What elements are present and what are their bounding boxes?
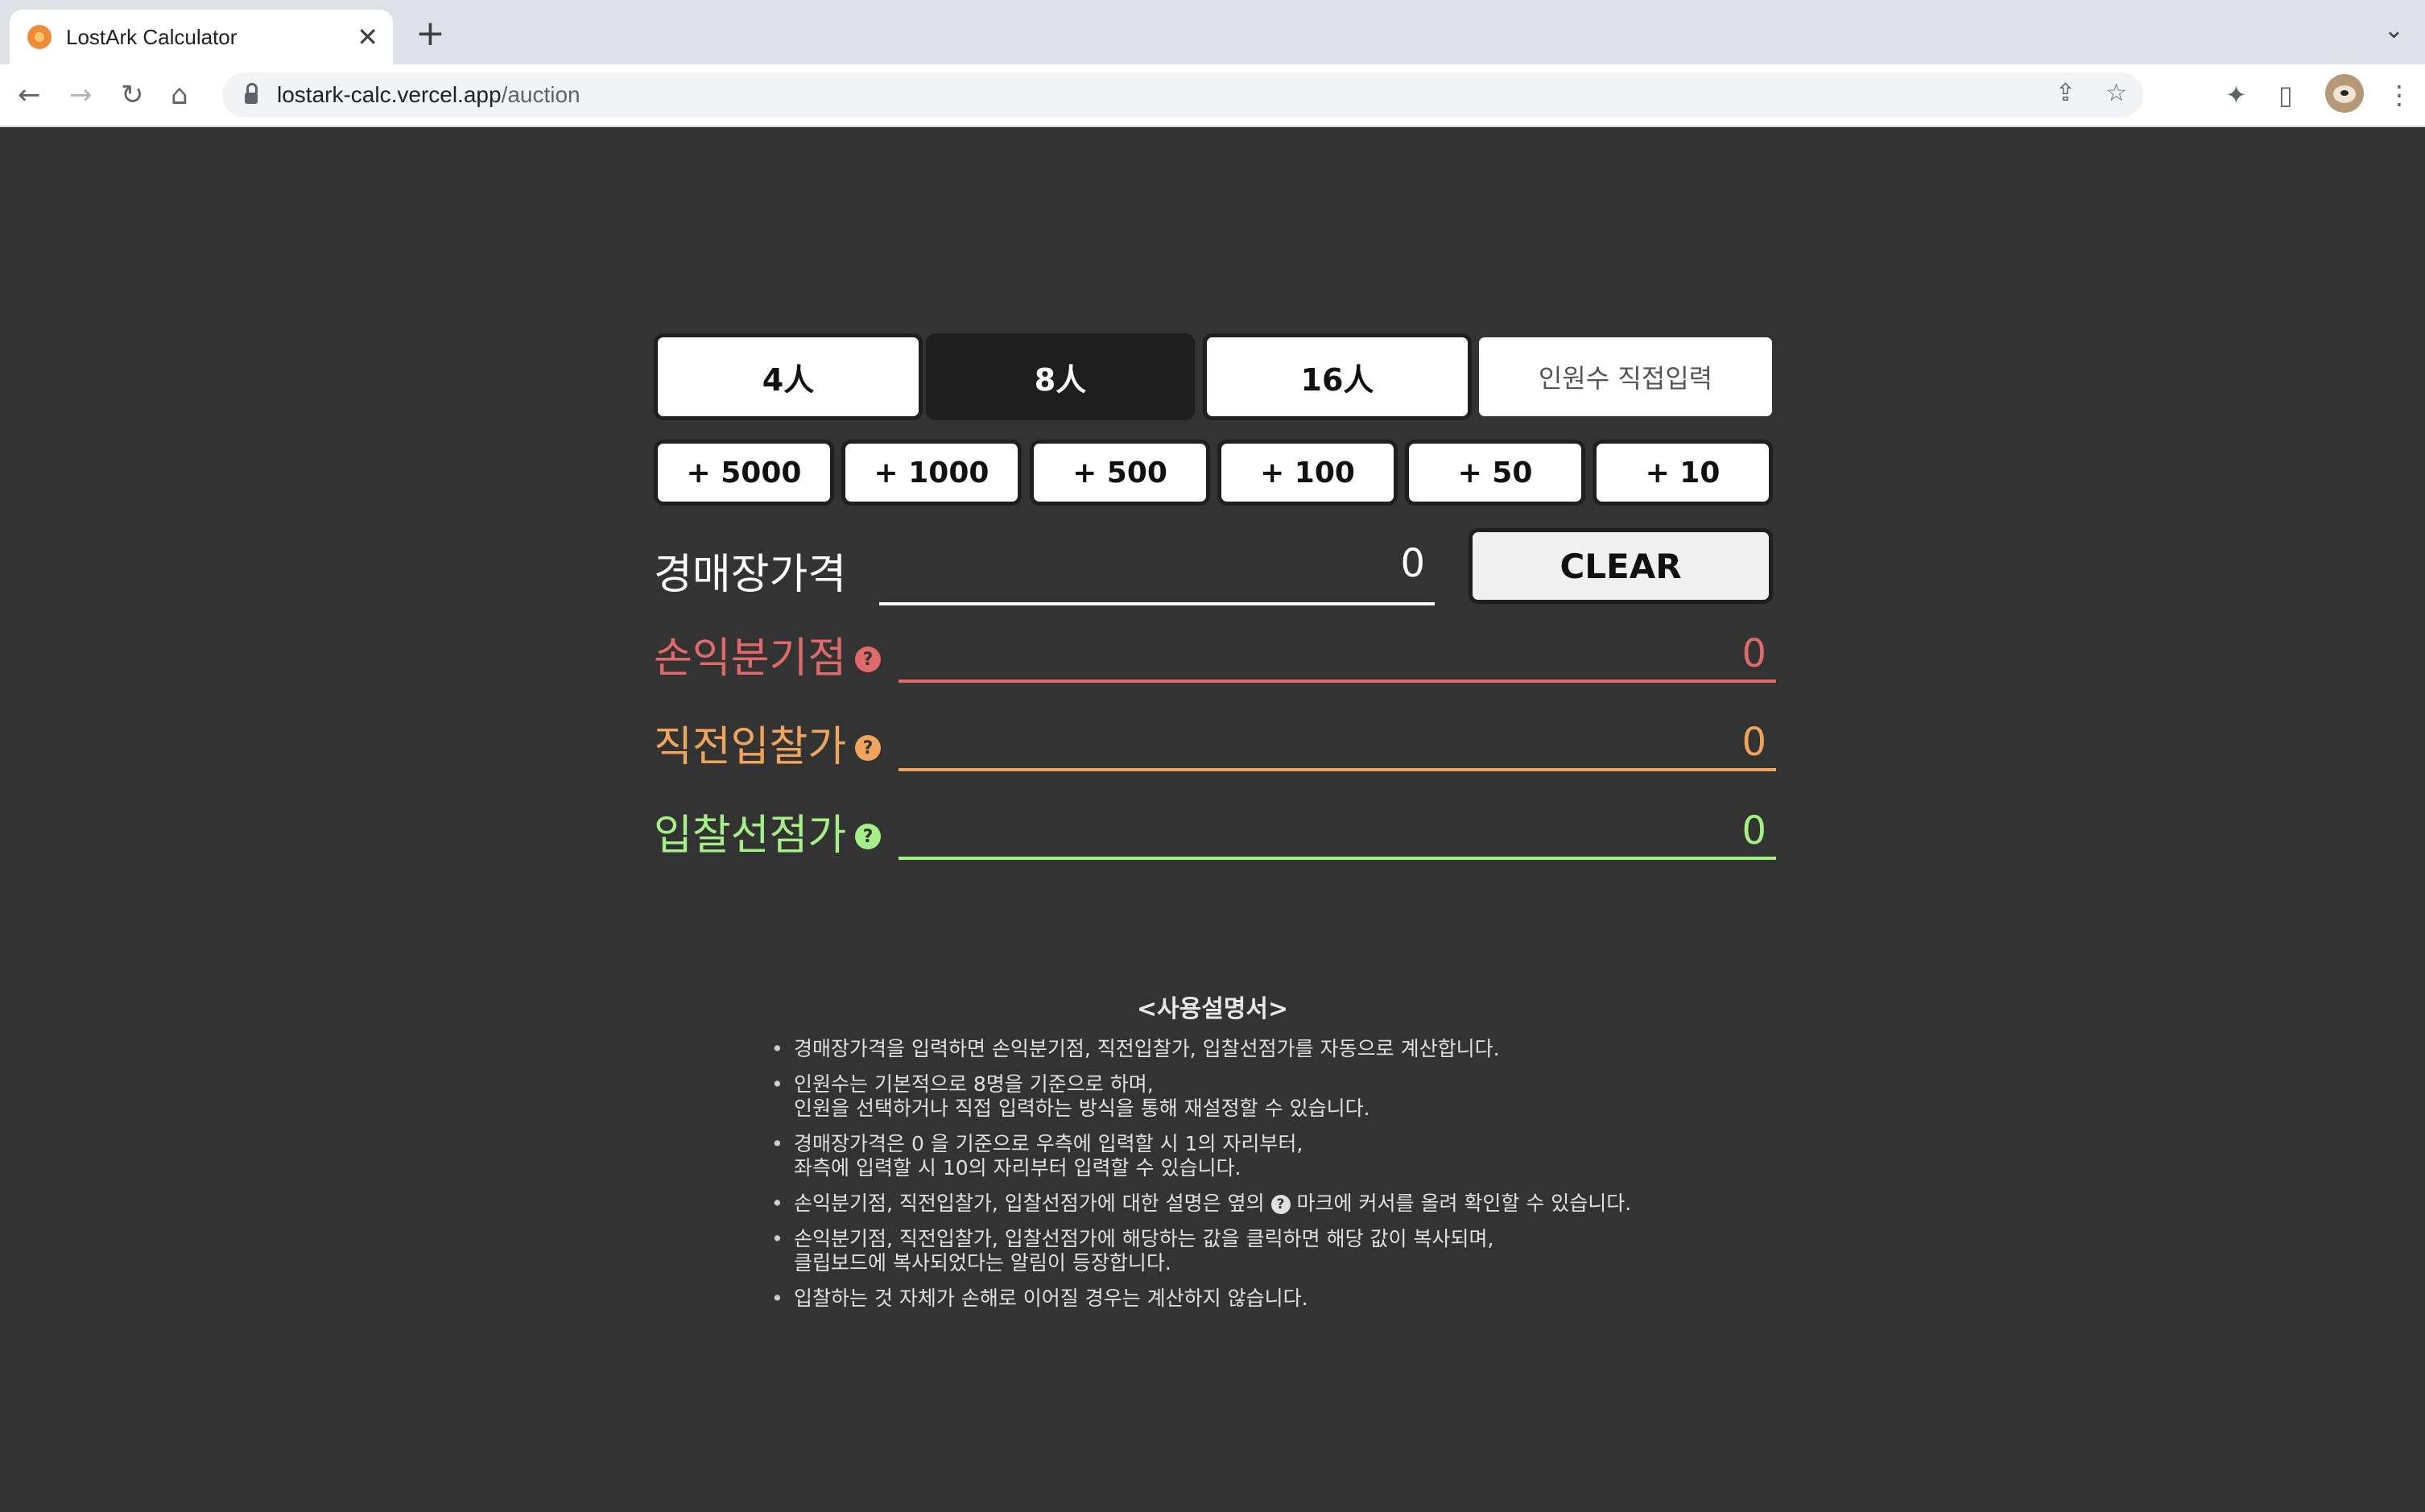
browser-tab[interactable]: LostArk Calculator ✕ (10, 10, 393, 64)
forward-icon[interactable]: → (69, 79, 93, 111)
url-text: lostark-calc.vercel.app/auction (277, 82, 580, 107)
auction-price-label: 경매장가격 (654, 551, 847, 599)
favicon-icon (27, 25, 52, 49)
break-even-label: 손익분기점 (654, 634, 847, 683)
back-icon[interactable]: ← (18, 79, 41, 111)
help-icon: ? (1270, 1195, 1291, 1214)
people-8-button[interactable]: 8人 (926, 333, 1195, 420)
address-bar[interactable]: lostark-calc.vercel.app/auction ⇪ ☆ (222, 72, 2143, 118)
help-icon[interactable]: ? (855, 647, 881, 672)
clear-button[interactable]: CLEAR (1469, 528, 1773, 604)
add-10-button[interactable]: + 10 (1593, 440, 1773, 506)
auction-price-input[interactable]: 0 (879, 538, 1435, 605)
tab-strip: LostArk Calculator ✕ + ⌄ (0, 0, 2425, 64)
add-5000-button[interactable]: + 5000 (654, 440, 834, 506)
avatar[interactable] (2325, 74, 2364, 113)
manual-item: 손익분기점, 직전입찰가, 입찰선점가에 해당하는 값을 클릭하면 해당 값이 … (771, 1227, 1631, 1275)
tab-title: LostArk Calculator (66, 24, 238, 49)
chevron-down-icon[interactable]: ⌄ (2384, 16, 2404, 44)
sidepanel-icon[interactable]: ▯ (2278, 81, 2293, 109)
manual-item: 인원수는 기본적으로 8명을 기준으로 하며,인원을 선택하거나 직접 입력하는… (771, 1072, 1631, 1121)
help-icon[interactable]: ? (855, 735, 881, 761)
help-icon[interactable]: ? (855, 824, 881, 849)
add-50-button[interactable]: + 50 (1405, 440, 1585, 506)
manual-list: 경매장가격을 입력하면 손익분기점, 직전입찰가, 입찰선점가를 자동으로 계산… (771, 1037, 1631, 1322)
reload-icon[interactable]: ↻ (121, 79, 144, 111)
break-even-value[interactable]: 0 (899, 628, 1776, 683)
preempt-bid-label: 입찰선점가 (654, 812, 847, 860)
lock-icon (245, 83, 258, 104)
manual-title: <사용설명서> (1136, 995, 1289, 1023)
people-4-button[interactable]: 4人 (654, 333, 923, 420)
people-16-button[interactable]: 16人 (1203, 333, 1472, 420)
add-100-button[interactable]: + 100 (1217, 440, 1398, 506)
menu-icon[interactable]: ⋮ (2386, 81, 2412, 109)
preempt-bid-value[interactable]: 0 (899, 805, 1776, 860)
previous-bid-label: 직전입찰가 (654, 723, 847, 771)
close-icon[interactable]: ✕ (357, 23, 378, 52)
manual-item: 입찰하는 것 자체가 손해로 이어질 경우는 계산하지 않습니다. (771, 1287, 1631, 1311)
add-500-button[interactable]: + 500 (1030, 440, 1210, 506)
browser-toolbar: ← → ↻ ⌂ lostark-calc.vercel.app/auction … (0, 64, 2425, 127)
star-icon[interactable]: ☆ (2105, 79, 2127, 107)
extensions-icon[interactable]: ✦ (2225, 81, 2247, 109)
people-custom-input[interactable]: 인원수 직접입력 (1475, 333, 1776, 420)
plus-icon[interactable]: + (415, 16, 445, 52)
manual-item: 손익분기점, 직전입찰가, 입찰선점가에 대한 설명은 옆의 ? 마크에 커서를… (771, 1192, 1631, 1216)
manual-item: 경매장가격을 입력하면 손익분기점, 직전입찰가, 입찰선점가를 자동으로 계산… (771, 1037, 1631, 1061)
add-1000-button[interactable]: + 1000 (841, 440, 1022, 506)
share-icon[interactable]: ⇪ (2055, 79, 2076, 107)
home-icon[interactable]: ⌂ (171, 79, 188, 111)
manual-item: 경매장가격은 0 을 기준으로 우측에 입력할 시 1의 자리부터,좌측에 입력… (771, 1132, 1631, 1180)
previous-bid-value[interactable]: 0 (899, 717, 1776, 771)
